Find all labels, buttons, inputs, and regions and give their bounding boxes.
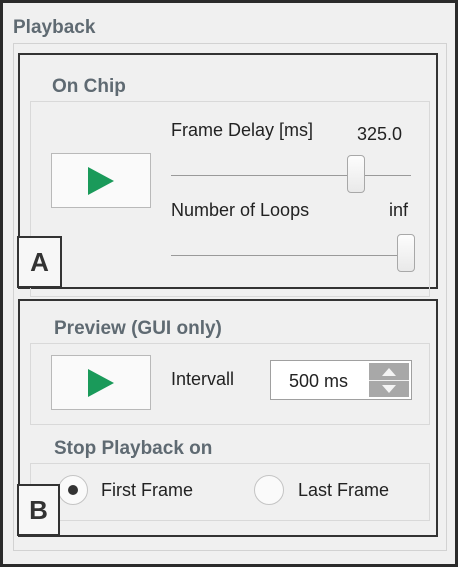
on-chip-title: On Chip [52, 76, 126, 97]
on-chip-play-button[interactable] [51, 153, 151, 208]
annotation-label-b: B [17, 484, 60, 536]
play-icon [88, 166, 114, 195]
loops-label: Number of Loops [171, 200, 310, 220]
last-frame-radio[interactable] [254, 475, 284, 505]
chevron-up-icon [382, 367, 396, 376]
first-frame-radio[interactable] [58, 475, 88, 505]
spin-up-button[interactable] [369, 363, 409, 381]
frame-delay-label: Frame Delay [ms] [171, 120, 314, 140]
preview-title: Preview (GUI only) [54, 318, 222, 339]
interval-spin-buttons [369, 363, 409, 397]
frame-delay-value: 325.0 [357, 124, 403, 144]
loops-track[interactable] [171, 255, 411, 256]
spin-down-button[interactable] [369, 380, 409, 397]
play-icon [88, 368, 114, 397]
radio-selected-dot [68, 485, 78, 495]
preview-play-button[interactable] [51, 355, 151, 410]
first-frame-label[interactable]: First Frame [101, 480, 193, 501]
stop-playback-title: Stop Playback on [54, 438, 213, 459]
panel-title: Playback [13, 17, 96, 38]
frame-delay-slider-thumb[interactable] [346, 155, 365, 193]
interval-spinbox[interactable]: 500 ms [270, 360, 412, 400]
interval-value: 500 ms [289, 371, 349, 391]
loops-slider-thumb[interactable] [397, 234, 416, 272]
interval-label: Intervall [171, 369, 235, 389]
last-frame-label[interactable]: Last Frame [298, 480, 389, 501]
frame-delay-track[interactable] [171, 175, 411, 176]
annotation-label-a: A [17, 236, 62, 288]
chevron-down-icon [382, 384, 396, 393]
loops-value: inf [389, 200, 409, 220]
